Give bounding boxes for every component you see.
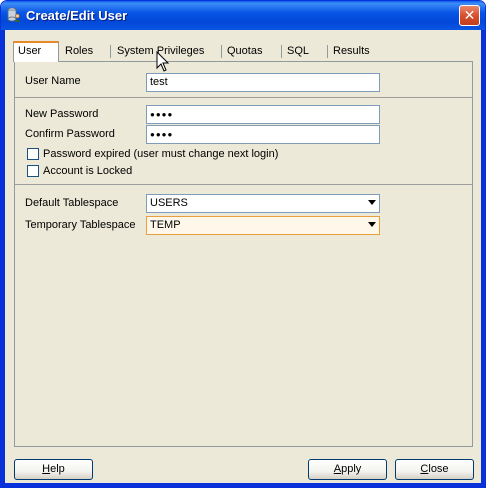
close-button[interactable]: Close (395, 459, 474, 480)
new-password-label: New Password (25, 108, 99, 120)
new-password-input[interactable]: ●●●● (146, 105, 380, 124)
apply-mnemonic: A (333, 463, 342, 475)
help-button[interactable]: Help (14, 459, 93, 480)
password-expired-checkbox[interactable] (27, 148, 39, 160)
tab-separator (281, 45, 282, 58)
account-locked-checkbox[interactable] (27, 165, 39, 177)
tab-separator (221, 45, 222, 58)
create-edit-user-dialog: Create/Edit User ✕ User Roles System Pri… (0, 0, 486, 488)
section-divider (15, 97, 472, 98)
tab-results[interactable]: Results (329, 43, 374, 61)
mouse-cursor-icon (156, 51, 170, 72)
tab-separator (327, 45, 328, 58)
section-divider (15, 184, 472, 185)
window-border-right (481, 30, 485, 487)
account-locked-label: Account is Locked (43, 165, 133, 177)
database-user-icon (7, 7, 21, 22)
temporary-tablespace-value: TEMP (150, 219, 181, 231)
user-name-input[interactable]: test (146, 73, 380, 92)
apply-label-rest: pply (341, 463, 362, 475)
tab-user[interactable]: User (13, 41, 59, 62)
default-tablespace-label: Default Tablespace (25, 197, 119, 209)
temporary-tablespace-select[interactable]: TEMP (146, 216, 380, 235)
tab-separator (110, 45, 111, 58)
dropdown-arrow-icon[interactable] (368, 200, 376, 205)
temporary-tablespace-label: Temporary Tablespace (25, 219, 136, 231)
help-label-rest: elp (50, 463, 65, 475)
confirm-password-input[interactable]: ●●●● (146, 125, 380, 144)
default-tablespace-select[interactable]: USERS (146, 194, 380, 213)
user-name-label: User Name (25, 75, 81, 87)
window-border-left (1, 30, 5, 487)
title-bar[interactable]: Create/Edit User ✕ (1, 1, 485, 30)
window-border-bottom (1, 483, 485, 487)
tab-sql[interactable]: SQL (283, 43, 313, 61)
default-tablespace-value: USERS (150, 197, 188, 209)
apply-button[interactable]: Apply (308, 459, 387, 480)
close-icon[interactable]: ✕ (459, 5, 480, 26)
close-label-rest: lose (428, 463, 449, 475)
user-tab-panel: User Name test New Password ●●●● Confirm… (14, 61, 473, 447)
tab-roles[interactable]: Roles (61, 43, 97, 61)
help-mnemonic: H (42, 463, 51, 475)
password-expired-label: Password expired (user must change next … (43, 148, 279, 160)
tab-strip: User Roles System Privileges Quotas SQL … (13, 41, 473, 62)
tab-quotas[interactable]: Quotas (223, 43, 266, 61)
dropdown-arrow-icon[interactable] (368, 222, 376, 227)
window-title: Create/Edit User (26, 8, 128, 23)
confirm-password-label: Confirm Password (25, 128, 115, 140)
